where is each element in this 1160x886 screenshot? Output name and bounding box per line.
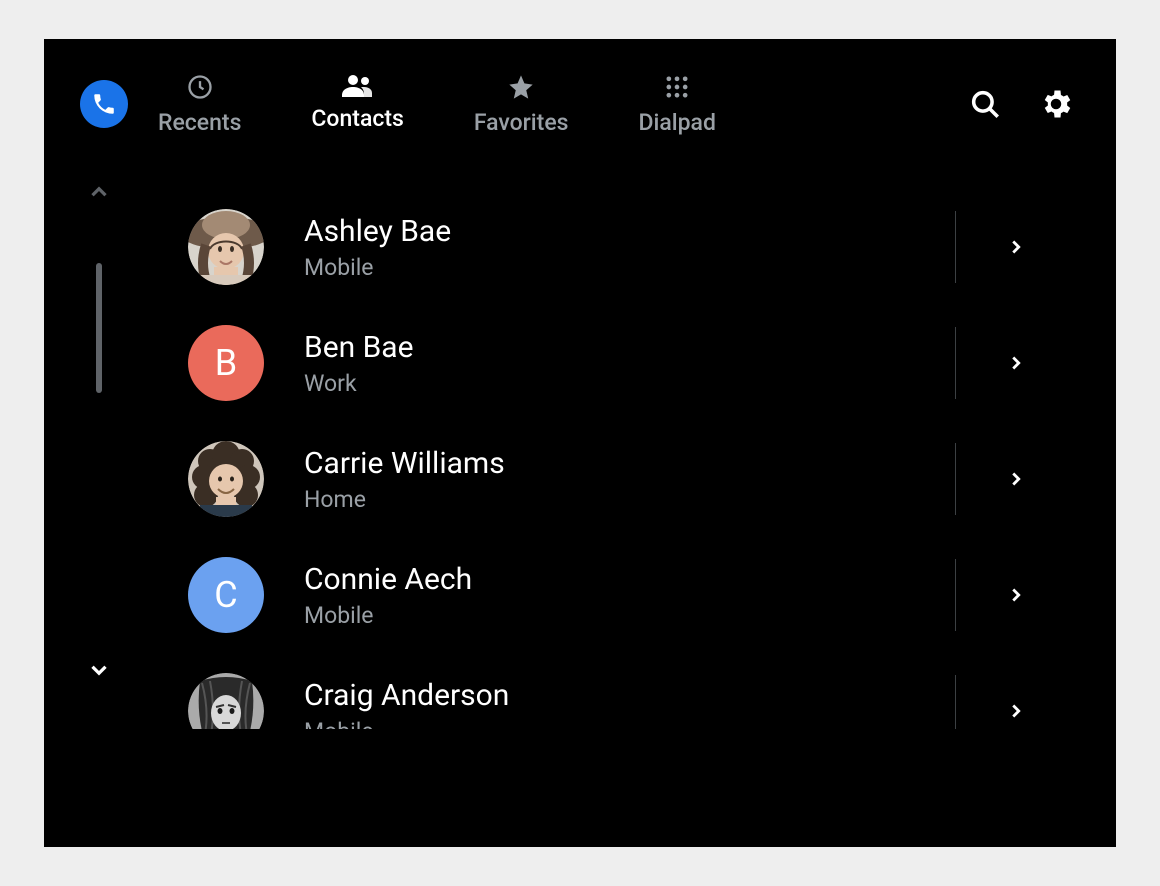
contact-info: Craig Anderson Mobile bbox=[304, 678, 955, 730]
tab-label: Contacts bbox=[311, 105, 403, 132]
contact-row[interactable]: Carrie Williams Home bbox=[188, 421, 1116, 537]
contact-name: Ashley Bae bbox=[304, 214, 955, 250]
dialer-button[interactable] bbox=[80, 80, 128, 128]
contact-list: Ashley Bae Mobile B Ben Bae Work Carrie … bbox=[44, 189, 1116, 729]
contact-name: Ben Bae bbox=[304, 330, 955, 366]
contact-phone-type: Mobile bbox=[304, 254, 955, 281]
tab-recents[interactable]: Recents bbox=[158, 73, 241, 136]
contact-info: Connie Aech Mobile bbox=[304, 562, 955, 629]
header-actions bbox=[968, 86, 1116, 122]
contact-info: Carrie Williams Home bbox=[304, 446, 955, 513]
tab-contacts[interactable]: Contacts bbox=[311, 73, 403, 136]
tab-label: Favorites bbox=[474, 109, 569, 136]
contact-detail-button[interactable] bbox=[996, 468, 1036, 490]
row-divider bbox=[955, 443, 956, 515]
app-header: Recents Contacts Favorites Dialpad bbox=[44, 39, 1116, 169]
contact-row[interactable]: B Ben Bae Work bbox=[188, 305, 1116, 421]
chevron-right-icon bbox=[1005, 468, 1027, 490]
clock-icon bbox=[186, 73, 214, 101]
contact-phone-type: Work bbox=[304, 370, 955, 397]
dialpad-icon bbox=[663, 73, 691, 101]
phone-app-window: Recents Contacts Favorites Dialpad bbox=[44, 39, 1116, 847]
row-divider bbox=[955, 559, 956, 631]
row-divider bbox=[955, 675, 956, 729]
chevron-right-icon bbox=[1005, 700, 1027, 722]
tab-label: Recents bbox=[158, 109, 241, 136]
contact-list-viewport: Ashley Bae Mobile B Ben Bae Work Carrie … bbox=[44, 189, 1116, 729]
contact-phone-type: Home bbox=[304, 486, 955, 513]
contact-row[interactable]: Craig Anderson Mobile bbox=[188, 653, 1116, 729]
contact-phone-type: Mobile bbox=[304, 602, 955, 629]
chevron-right-icon bbox=[1005, 236, 1027, 258]
contact-detail-button[interactable] bbox=[996, 352, 1036, 374]
contact-name: Carrie Williams bbox=[304, 446, 955, 482]
chevron-right-icon bbox=[1005, 352, 1027, 374]
contact-name: Connie Aech bbox=[304, 562, 955, 598]
content-area: Ashley Bae Mobile B Ben Bae Work Carrie … bbox=[44, 169, 1116, 847]
tab-favorites[interactable]: Favorites bbox=[474, 73, 569, 136]
tab-label: Dialpad bbox=[638, 109, 715, 136]
contact-detail-button[interactable] bbox=[996, 236, 1036, 258]
tab-bar: Recents Contacts Favorites Dialpad bbox=[158, 73, 716, 136]
row-divider bbox=[955, 211, 956, 283]
contact-info: Ben Bae Work bbox=[304, 330, 955, 397]
avatar-photo bbox=[188, 209, 264, 285]
gear-icon bbox=[1038, 86, 1074, 122]
contact-name: Craig Anderson bbox=[304, 678, 955, 714]
phone-icon bbox=[91, 91, 117, 117]
tab-dialpad[interactable]: Dialpad bbox=[638, 73, 715, 136]
contact-row[interactable]: Ashley Bae Mobile bbox=[188, 189, 1116, 305]
avatar-initial: C bbox=[188, 557, 264, 633]
people-icon bbox=[342, 73, 374, 97]
contact-detail-button[interactable] bbox=[996, 700, 1036, 722]
chevron-right-icon bbox=[1005, 584, 1027, 606]
contact-info: Ashley Bae Mobile bbox=[304, 214, 955, 281]
avatar-photo bbox=[188, 441, 264, 517]
star-icon bbox=[507, 73, 535, 101]
row-divider bbox=[955, 327, 956, 399]
avatar-initial: B bbox=[188, 325, 264, 401]
search-icon bbox=[968, 87, 1002, 121]
search-button[interactable] bbox=[968, 87, 1002, 121]
avatar-photo bbox=[188, 673, 264, 729]
contact-detail-button[interactable] bbox=[996, 584, 1036, 606]
contact-phone-type: Mobile bbox=[304, 718, 955, 730]
settings-button[interactable] bbox=[1038, 86, 1074, 122]
contact-row[interactable]: C Connie Aech Mobile bbox=[188, 537, 1116, 653]
